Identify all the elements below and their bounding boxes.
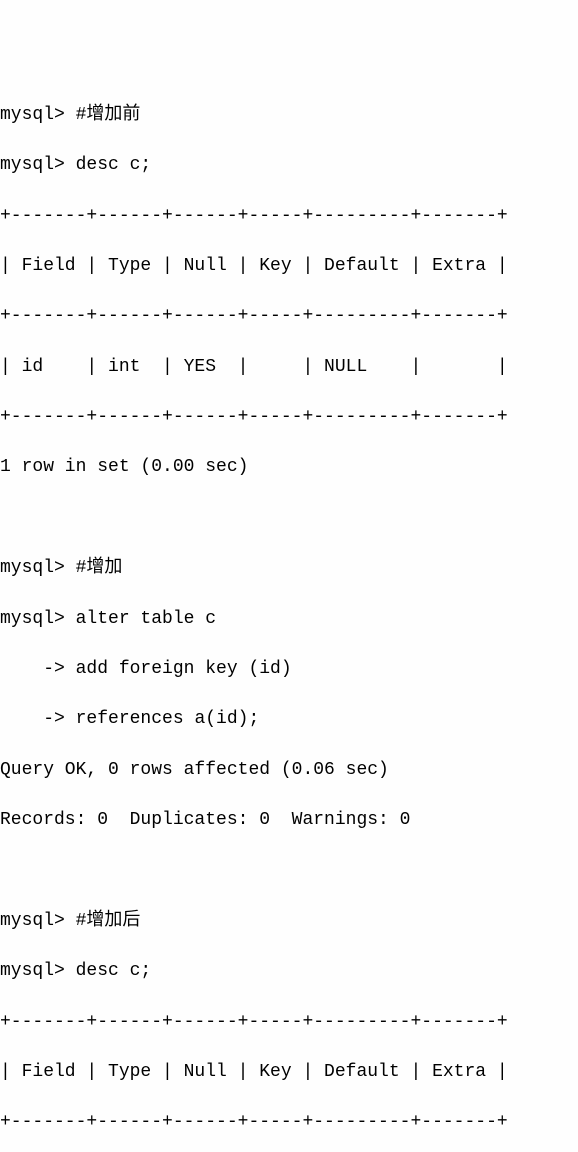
table-border: +-------+------+------+-----+---------+-… [0, 1010, 578, 1035]
table-border: +-------+------+------+-----+---------+-… [0, 304, 578, 329]
query-result: Query OK, 0 rows affected (0.06 sec) [0, 758, 578, 783]
cont-prompt: -> [0, 709, 76, 729]
prompt: mysql> [0, 105, 76, 125]
command-text: references a(id); [76, 709, 260, 729]
terminal-line: mysql> desc c; [0, 959, 578, 984]
table-border: +-------+------+------+-----+---------+-… [0, 405, 578, 430]
prompt: mysql> [0, 609, 76, 629]
comment-text: #增加后 [76, 911, 141, 931]
terminal-line: mysql> #增加前 [0, 103, 578, 128]
table-header-row: | Field | Type | Null | Key | Default | … [0, 1060, 578, 1085]
comment-text: #增加前 [76, 105, 141, 125]
terminal-line: mysql> #增加 [0, 556, 578, 581]
result-footer: 1 row in set (0.00 sec) [0, 455, 578, 480]
prompt: mysql> [0, 558, 76, 578]
terminal-line: -> references a(id); [0, 707, 578, 732]
table-header-row: | Field | Type | Null | Key | Default | … [0, 254, 578, 279]
table-row: | id | int | YES | | NULL | | [0, 355, 578, 380]
command-text: desc c; [76, 961, 152, 981]
terminal-line: -> add foreign key (id) [0, 657, 578, 682]
prompt: mysql> [0, 911, 76, 931]
command-text: alter table c [76, 609, 216, 629]
cont-prompt: -> [0, 659, 76, 679]
query-result: Records: 0 Duplicates: 0 Warnings: 0 [0, 808, 578, 833]
table-border: +-------+------+------+-----+---------+-… [0, 204, 578, 229]
terminal-line: mysql> desc c; [0, 153, 578, 178]
blank-line [0, 858, 578, 883]
command-text: desc c; [76, 155, 152, 175]
comment-text: #增加 [76, 558, 123, 578]
prompt: mysql> [0, 155, 76, 175]
prompt: mysql> [0, 961, 76, 981]
command-text: add foreign key (id) [76, 659, 292, 679]
terminal-line: mysql> alter table c [0, 607, 578, 632]
blank-line [0, 506, 578, 531]
terminal-line: mysql> #增加后 [0, 909, 578, 934]
table-border: +-------+------+------+-----+---------+-… [0, 1110, 578, 1135]
